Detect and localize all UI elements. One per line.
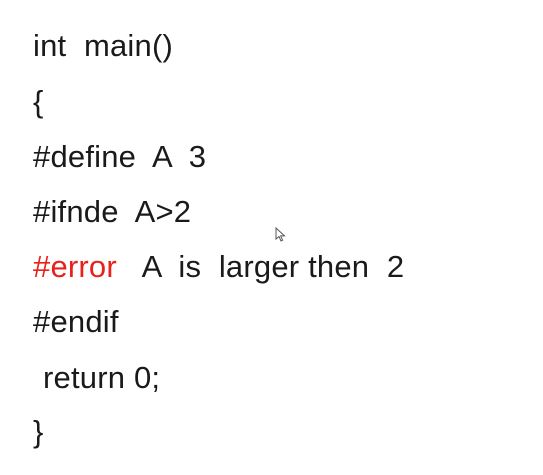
code-line-3: #define A 3: [33, 139, 207, 174]
code-line-7: return 0;: [43, 360, 161, 395]
code-line-8: }: [33, 414, 44, 449]
code-slide: int main() { #define A 3 #ifnde A>2 #err…: [0, 0, 543, 475]
code-line-5: #error A is larger then 2: [33, 249, 404, 285]
error-directive: #error: [33, 249, 117, 284]
code-line-2: {: [33, 84, 44, 119]
code-line-1: int main(): [33, 28, 174, 63]
code-line-6: #endif: [33, 304, 119, 339]
mouse-pointer-icon: [275, 227, 286, 242]
code-line-4: #ifnde A>2: [33, 194, 192, 229]
error-message: A is larger then 2: [116, 249, 405, 284]
